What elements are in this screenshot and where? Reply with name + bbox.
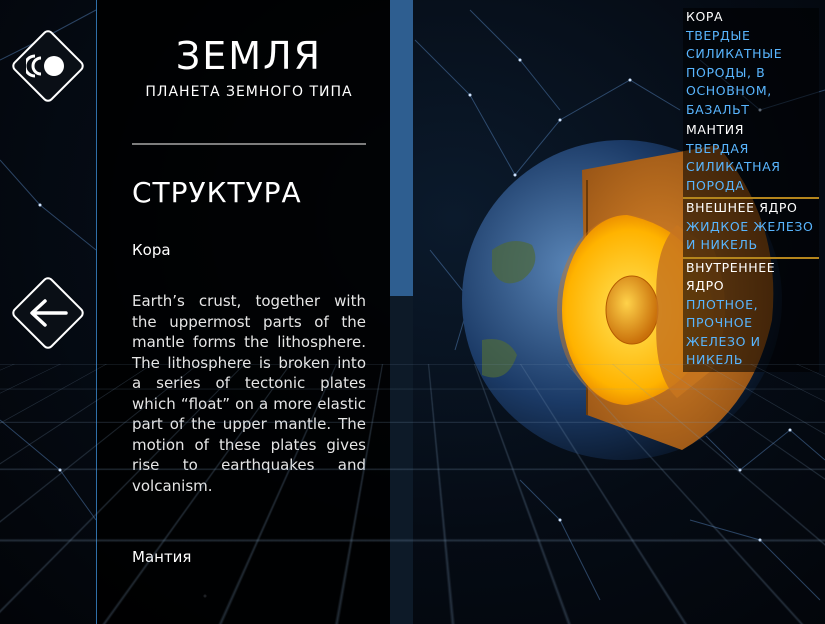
legend-heading: МАНТИЯ xyxy=(686,122,745,137)
page-title: ЗЕМЛЯ xyxy=(175,34,323,78)
legend-row-outer-core[interactable]: ВНЕШНЕЕ ЯДРО ЖИДКОЕ ЖЕЛЕЗО И НИКЕЛЬ xyxy=(683,199,819,259)
legend-heading: ВНУТРЕННЕЕ ЯДРО xyxy=(686,259,776,294)
item-description-crust: Earth’s crust, together with the uppermo… xyxy=(132,292,366,495)
legend-value: ПЛОТНОЕ, ПРОЧНОЕ ЖЕЛЕЗО И НИКЕЛЬ xyxy=(686,296,761,368)
inner-core xyxy=(605,275,659,345)
item-label-mantle: Мантия xyxy=(132,548,192,566)
divider xyxy=(132,143,366,145)
legend-value: ЖИДКОЕ ЖЕЛЕЗО И НИКЕЛЬ xyxy=(686,218,814,253)
scrollbar-track[interactable] xyxy=(390,0,413,624)
arrow-left-icon xyxy=(30,299,68,327)
layers-legend: КОРА ТВЕРДЫЕ СИЛИКАТНЫЕ ПОРОДЫ, В ОСНОВН… xyxy=(683,8,819,372)
section-title: СТРУКТУРА xyxy=(132,176,302,209)
view-mode-icon xyxy=(26,54,64,78)
legend-heading: КОРА xyxy=(686,9,724,24)
legend-value: ТВЕРДАЯ СИЛИКАТНАЯ ПОРОДА xyxy=(686,140,781,193)
legend-value: ТВЕРДЫЕ СИЛИКАТНЫЕ ПОРОДЫ, В ОСНОВНОМ, Б… xyxy=(686,27,783,117)
legend-row-crust[interactable]: КОРА ТВЕРДЫЕ СИЛИКАТНЫЕ ПОРОДЫ, В ОСНОВН… xyxy=(683,8,819,119)
page-subtitle: ПЛАНЕТА ЗЕМНОГО ТИПА xyxy=(145,84,353,100)
item-label-crust: Кора xyxy=(132,241,171,259)
legend-row-inner-core[interactable]: ВНУТРЕННЕЕ ЯДРО ПЛОТНОЕ, ПРОЧНОЕ ЖЕЛЕЗО … xyxy=(683,259,819,370)
scrollbar-thumb[interactable] xyxy=(390,0,413,296)
legend-row-mantle[interactable]: МАНТИЯ ТВЕРДАЯ СИЛИКАТНАЯ ПОРОДА xyxy=(683,121,819,199)
legend-heading: ВНЕШНЕЕ ЯДРО xyxy=(686,200,798,215)
